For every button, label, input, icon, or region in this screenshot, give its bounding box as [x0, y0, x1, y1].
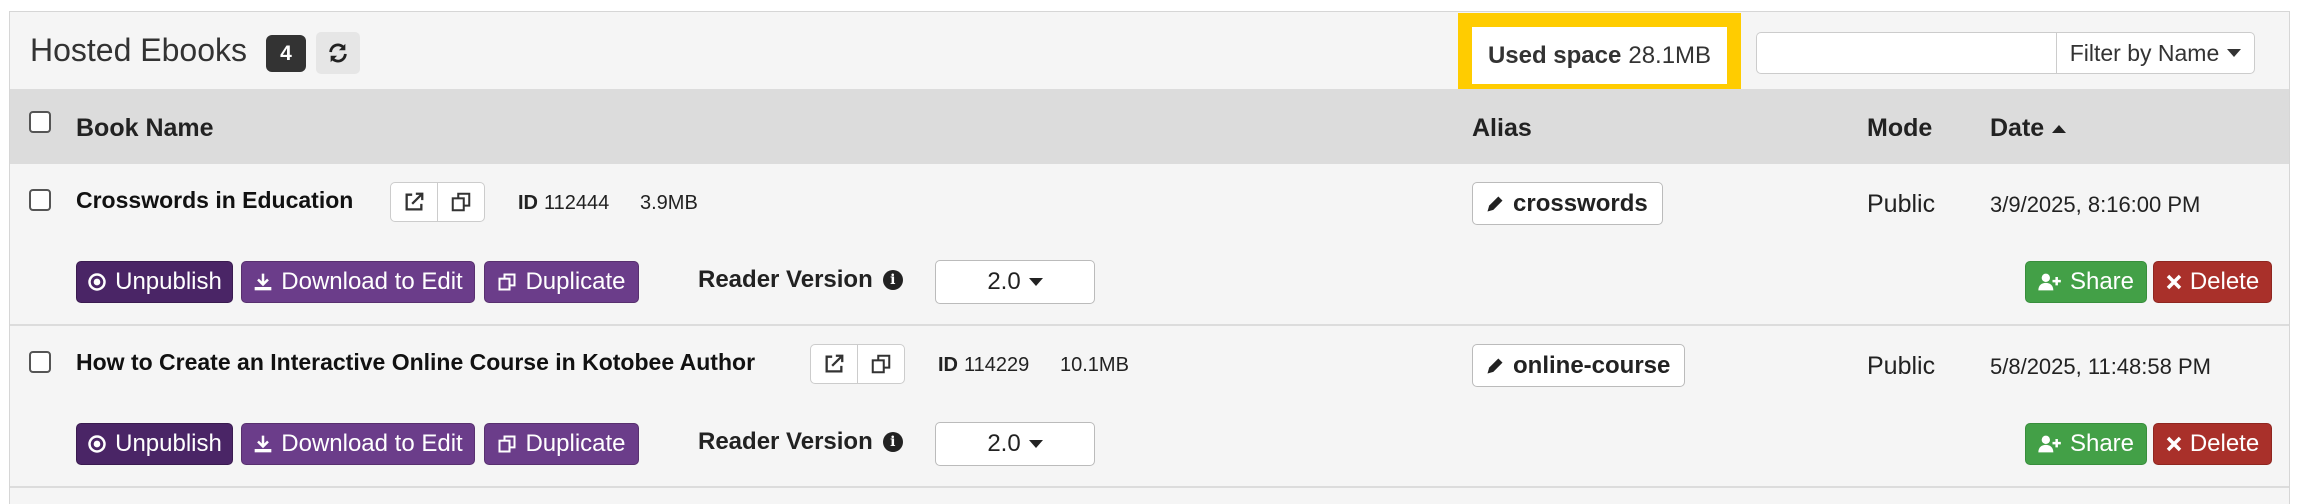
download-to-edit-button[interactable]: Download to Edit	[241, 261, 475, 303]
info-icon[interactable]: i	[882, 270, 903, 290]
book-id: ID 112444	[518, 192, 610, 214]
duplicate-button[interactable]: Duplicate	[484, 261, 639, 303]
book-id: ID 114229	[938, 354, 1030, 376]
times-icon	[2166, 436, 2182, 452]
duplicate-button[interactable]: Duplicate	[484, 423, 639, 465]
download-icon	[254, 273, 272, 291]
book-name[interactable]: How to Create an Interactive Online Cour…	[76, 349, 755, 376]
mode-value: Public	[1867, 352, 1936, 380]
ebook-count-badge: 4	[266, 35, 306, 72]
duplicate-icon	[498, 273, 516, 291]
unpublish-button[interactable]: Unpublish	[76, 423, 233, 465]
book-size: 10.1MB	[1060, 354, 1129, 376]
alias-button[interactable]: crosswords	[1472, 182, 1663, 225]
pencil-icon	[1487, 196, 1503, 211]
reader-version-label: Reader Version i	[698, 266, 903, 294]
used-space-label: Used space	[1487, 41, 1622, 69]
filter-by-label: Filter by Name	[2069, 39, 2220, 66]
unpublish-icon	[88, 273, 106, 291]
book-name[interactable]: Crosswords in Education	[76, 187, 353, 214]
delete-button[interactable]: Delete	[2153, 261, 2272, 303]
add-user-icon	[2038, 273, 2061, 291]
reader-version-select[interactable]: 2.0	[935, 260, 1095, 304]
open-external-button[interactable]	[391, 183, 437, 221]
alias-text: online-course	[1513, 351, 1671, 379]
pencil-icon	[1487, 358, 1503, 373]
unpublish-icon	[88, 435, 106, 453]
times-icon	[2166, 274, 2182, 290]
download-to-edit-button[interactable]: Download to Edit	[241, 423, 475, 465]
column-date-label: Date	[1990, 114, 2045, 142]
copy-icon	[451, 192, 471, 212]
delete-button[interactable]: Delete	[2153, 423, 2272, 465]
page-title: Hosted Ebooks	[30, 32, 248, 68]
external-link-icon	[825, 354, 844, 373]
alias-text: crosswords	[1513, 189, 1648, 217]
date-value: 5/8/2025, 11:48:58 PM	[1990, 354, 2211, 379]
caret-down-icon	[1028, 440, 1043, 448]
used-space-value: 28.1MB	[1628, 41, 1712, 69]
book-size: 3.9MB	[640, 192, 698, 214]
caret-up-icon	[2052, 124, 2067, 133]
column-alias[interactable]: Alias	[1472, 114, 1532, 143]
unpublish-button[interactable]: Unpublish	[76, 261, 233, 303]
caret-down-icon	[1028, 278, 1043, 286]
filter-by-dropdown[interactable]: Filter by Name	[2056, 32, 2255, 74]
refresh-button[interactable]	[316, 32, 360, 74]
download-icon	[254, 435, 272, 453]
duplicate-icon	[498, 435, 516, 453]
used-space-indicator: Used space 28.1MB	[1458, 13, 1741, 98]
copy-link-button[interactable]	[437, 183, 484, 221]
row-divider	[10, 486, 2289, 488]
column-book-name[interactable]: Book Name	[76, 114, 214, 143]
refresh-icon	[329, 43, 347, 63]
alias-button[interactable]: online-course	[1472, 344, 1686, 387]
column-date[interactable]: Date	[1990, 114, 2067, 143]
external-link-icon	[405, 192, 424, 211]
select-all-checkbox[interactable]	[29, 111, 51, 133]
row-checkbox[interactable]	[29, 189, 51, 211]
copy-icon	[871, 354, 891, 374]
caret-down-icon	[2227, 49, 2242, 57]
table-header: Book Name Alias Mode Date	[10, 89, 2289, 164]
column-mode[interactable]: Mode	[1867, 114, 1932, 143]
reader-version-label: Reader Version i	[698, 428, 903, 456]
add-user-icon	[2038, 435, 2061, 453]
table-row: Crosswords in Education ID 112444 3.9MB c…	[10, 164, 2289, 326]
book-link-buttons	[390, 182, 485, 222]
book-link-buttons	[810, 344, 905, 384]
filter-input[interactable]	[1756, 32, 2056, 74]
open-external-button[interactable]	[811, 345, 857, 383]
info-icon[interactable]: i	[882, 432, 903, 452]
share-button[interactable]: Share	[2025, 423, 2147, 465]
mode-value: Public	[1867, 190, 1936, 218]
date-value: 3/9/2025, 8:16:00 PM	[1990, 192, 2201, 217]
copy-link-button[interactable]	[857, 345, 904, 383]
table-row: How to Create an Interactive Online Cour…	[10, 326, 2289, 488]
reader-version-select[interactable]: 2.0	[935, 422, 1095, 466]
row-checkbox[interactable]	[29, 351, 51, 373]
share-button[interactable]: Share	[2025, 261, 2147, 303]
